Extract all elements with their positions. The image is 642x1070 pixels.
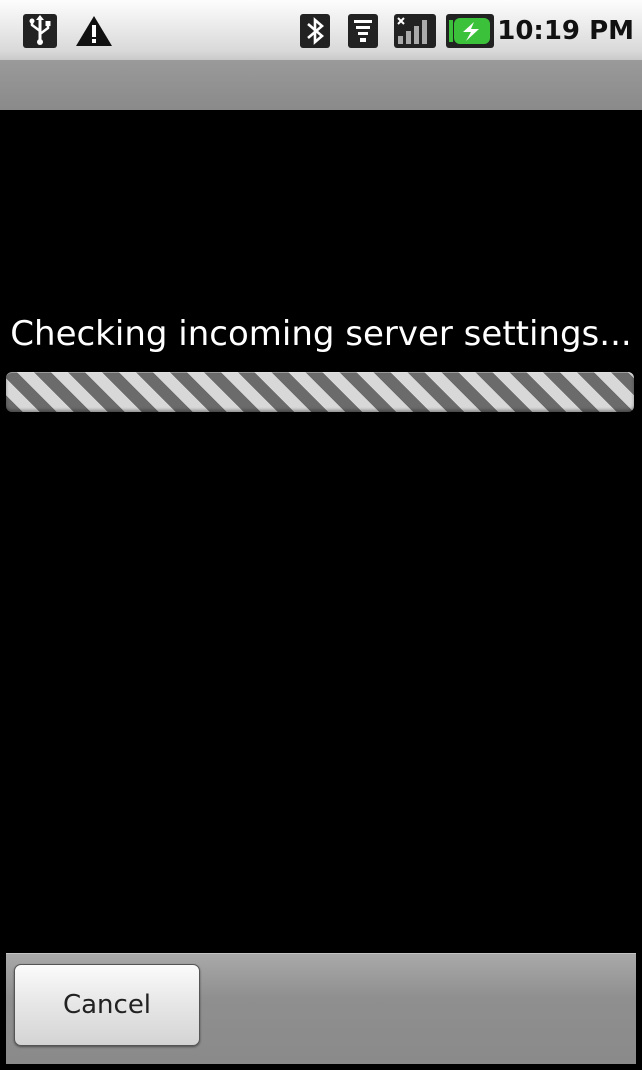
progress-dialog: Checking incoming server settings... <box>0 110 642 953</box>
wifi-icon <box>348 14 378 48</box>
battery-charging-icon <box>446 14 494 48</box>
signal-icon <box>394 14 436 48</box>
cancel-button[interactable]: Cancel <box>14 964 200 1046</box>
clock: 10:19 PM <box>497 16 634 46</box>
usb-icon <box>22 14 58 48</box>
status-bar: 10:19 PM <box>0 0 642 60</box>
warning-icon <box>74 14 114 48</box>
bluetooth-icon <box>300 14 330 48</box>
title-bar <box>0 60 642 111</box>
indeterminate-progress-bar <box>6 372 634 412</box>
button-bar: Cancel <box>6 953 636 1064</box>
progress-message: Checking incoming server settings... <box>10 314 632 354</box>
